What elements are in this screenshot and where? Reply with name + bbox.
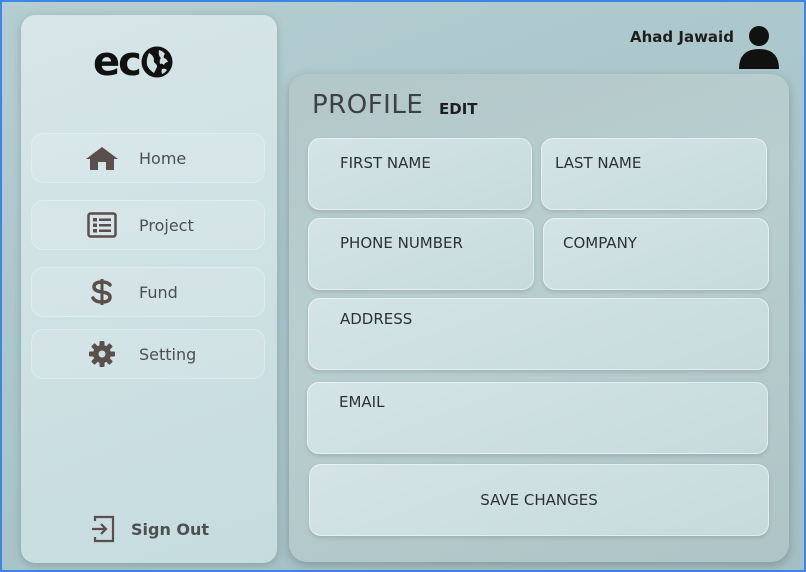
edit-button[interactable]: EDIT	[439, 100, 478, 118]
list-icon	[85, 212, 119, 238]
phone-number-label: PHONE NUMBER	[340, 234, 463, 252]
address-field[interactable]: ADDRESS	[308, 298, 769, 370]
sidebar-item-fund[interactable]: Fund	[31, 267, 265, 317]
sidebar-item-project[interactable]: Project	[31, 200, 265, 250]
sidebar-item-setting[interactable]: Setting	[31, 329, 265, 379]
last-name-field[interactable]: LAST NAME	[541, 138, 767, 210]
phone-number-field[interactable]: PHONE NUMBER	[308, 218, 534, 290]
first-name-field[interactable]: FIRST NAME	[308, 138, 532, 210]
last-name-label: LAST NAME	[555, 154, 642, 172]
company-field[interactable]: COMPANY	[543, 218, 769, 290]
sign-out-label: Sign Out	[131, 519, 210, 539]
company-label: COMPANY	[563, 234, 637, 252]
page-title: PROFILE	[312, 90, 424, 120]
avatar-icon[interactable]	[738, 25, 780, 69]
sidebar: ec Home Project Fund Setting Sign Out	[21, 15, 277, 563]
sidebar-item-label: Project	[139, 215, 194, 235]
gear-icon	[85, 341, 119, 367]
user-name: Ahad Jawaid	[630, 28, 734, 46]
sidebar-item-label: Setting	[139, 344, 197, 364]
profile-panel: PROFILE EDIT FIRST NAME LAST NAME PHONE …	[289, 74, 789, 562]
sidebar-item-label: Home	[139, 148, 187, 168]
sign-out-icon	[92, 515, 115, 543]
app-logo[interactable]: ec	[93, 42, 193, 82]
email-label: EMAIL	[339, 393, 385, 411]
first-name-label: FIRST NAME	[340, 154, 431, 172]
logo-text: ec	[93, 39, 142, 85]
sidebar-item-home[interactable]: Home	[31, 133, 265, 183]
sidebar-item-label: Fund	[139, 282, 178, 302]
address-label: ADDRESS	[340, 310, 413, 328]
dollar-icon	[85, 279, 119, 305]
email-field[interactable]: EMAIL	[307, 382, 768, 454]
globe-icon	[141, 46, 173, 78]
home-icon	[85, 145, 119, 171]
sign-out-button[interactable]: Sign Out	[91, 515, 209, 543]
save-changes-button[interactable]: SAVE CHANGES	[309, 464, 769, 536]
